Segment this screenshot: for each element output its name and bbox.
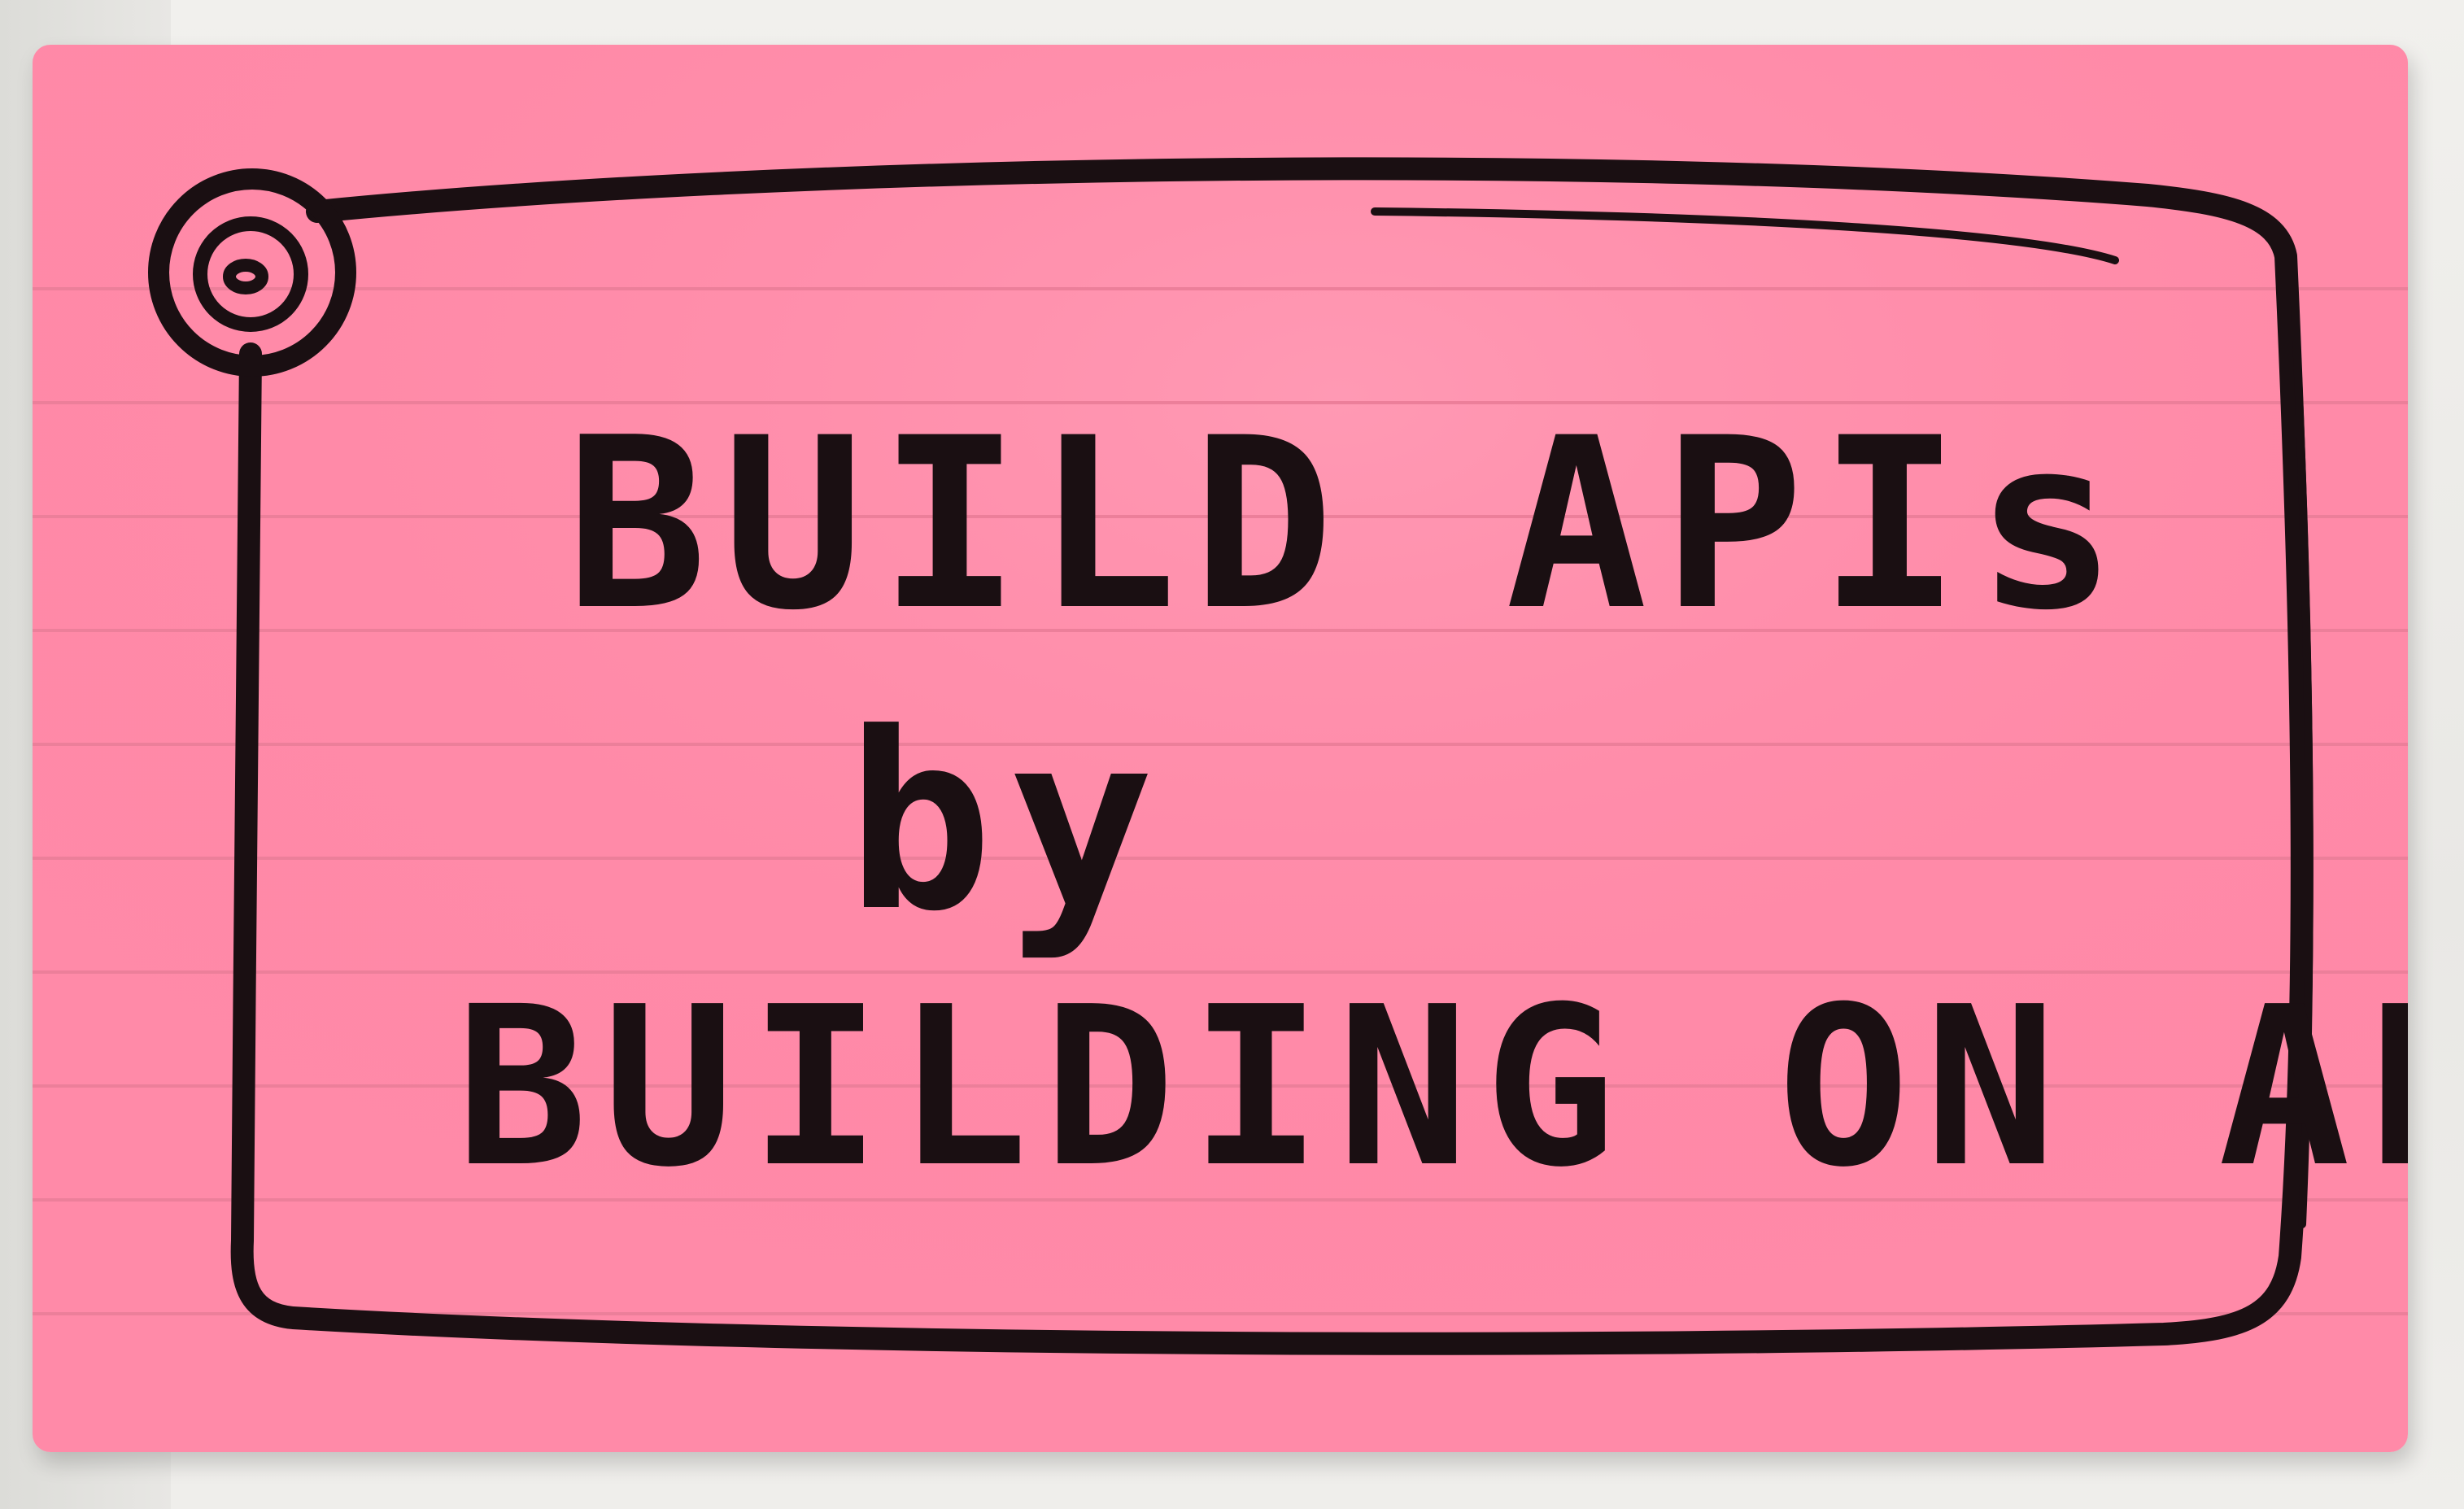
card-text-line-2: by xyxy=(846,681,1169,965)
card-text-line-3: BUILDING ON APIs xyxy=(456,959,2408,1215)
photo-scene: BUILD APIs by BUILDING ON APIs xyxy=(0,0,2464,1509)
paper-shading xyxy=(33,45,2408,1452)
index-card: BUILD APIs by BUILDING ON APIs xyxy=(33,45,2408,1452)
index-card-drawing: BUILD APIs by BUILDING ON APIs xyxy=(33,45,2408,1452)
card-text-line-1: BUILD APIs xyxy=(565,388,2132,662)
